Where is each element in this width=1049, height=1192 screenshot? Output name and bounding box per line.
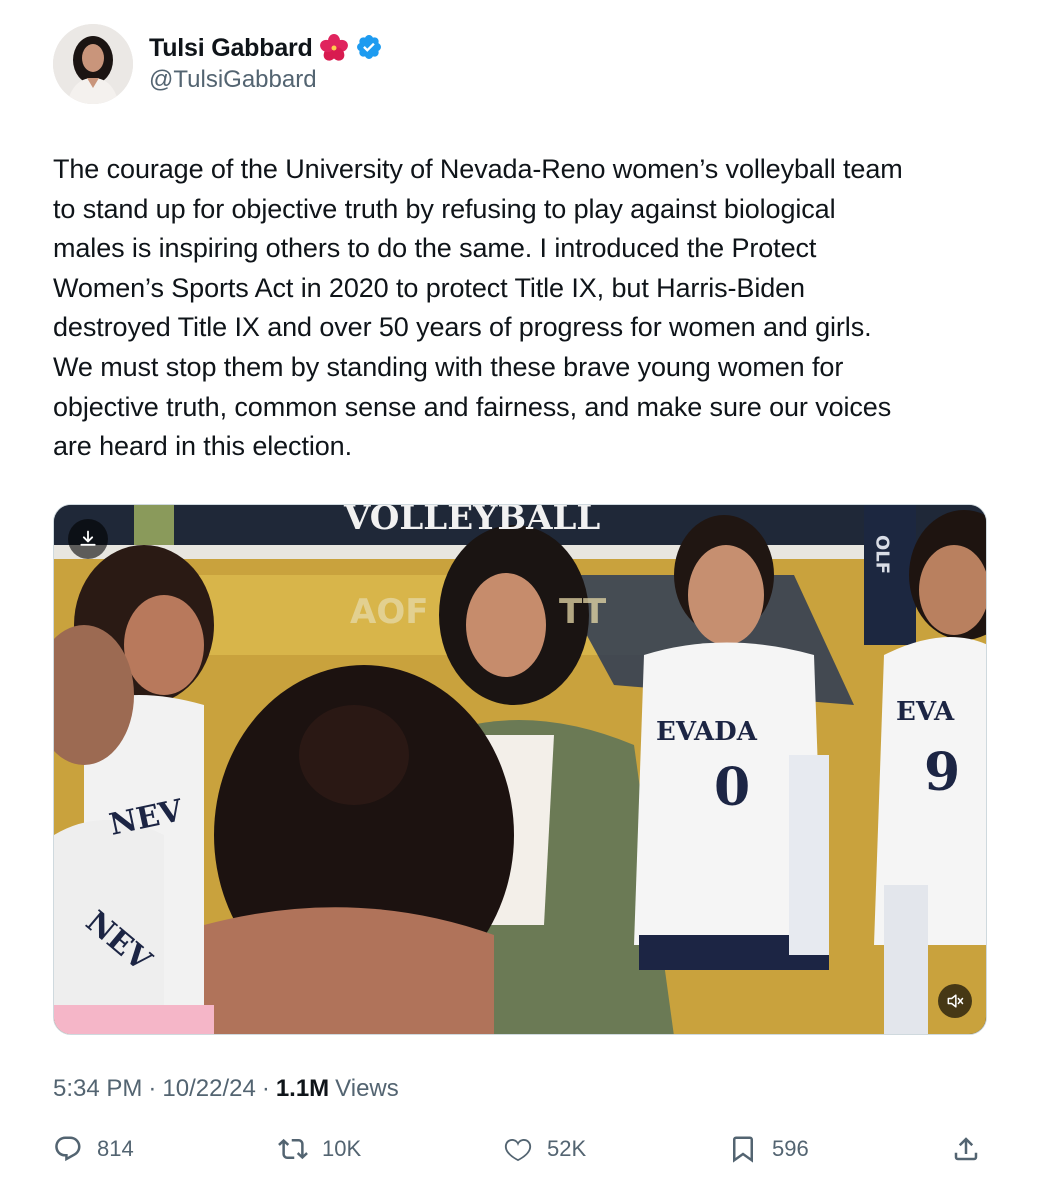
jersey-number-center: 0 (714, 757, 750, 818)
jersey-text-right: EVA (896, 697, 955, 727)
tweet-time[interactable]: 5:34 PM (53, 1075, 142, 1103)
muted-speaker-icon (947, 994, 964, 1008)
views-label[interactable]: Views (335, 1075, 399, 1103)
bookmark-button[interactable]: 596 (728, 1128, 809, 1170)
author-display-name[interactable]: Tulsi Gabbard (149, 34, 313, 63)
video-player[interactable]: VOLLEYBALL AOF TT EVADA 0 EVA 9 NEV NEV … (53, 504, 987, 1035)
repost-icon (278, 1138, 308, 1160)
views-count[interactable]: 1.1M (276, 1075, 329, 1103)
repost-count: 10K (322, 1136, 362, 1161)
banner-text-right: OLF (872, 535, 893, 574)
bookmark-count: 596 (772, 1136, 809, 1161)
reply-button[interactable]: 814 (53, 1128, 134, 1170)
hibiscus-icon (319, 33, 349, 63)
scene-text-floor-right: TT (559, 592, 607, 632)
jersey-number-right: 9 (924, 742, 960, 803)
tweet-date[interactable]: 10/22/24 (162, 1075, 255, 1103)
meta-separator: · (148, 1075, 157, 1102)
meta-separator: · (261, 1075, 270, 1102)
mute-button[interactable] (938, 984, 972, 1018)
avatar[interactable] (53, 24, 133, 104)
jersey-text-center: EVADA (656, 717, 758, 747)
share-button[interactable] (951, 1128, 981, 1170)
scene-text-floor: AOF (350, 592, 428, 632)
bookmark-icon (733, 1136, 753, 1163)
repost-button[interactable]: 10K (278, 1128, 361, 1170)
like-button[interactable]: 52K (503, 1128, 586, 1170)
tweet-text: The courage of the University of Nevada-… (53, 154, 903, 462)
video-frame: VOLLEYBALL AOF TT EVADA 0 EVA 9 NEV NEV … (54, 505, 986, 1034)
scene-text-volleyball: VOLLEYBALL (343, 505, 600, 538)
reply-count: 814 (97, 1136, 134, 1161)
share-icon (954, 1137, 978, 1161)
tweet-meta: 5:34 PM · 10/22/24 · 1.1M Views (53, 1075, 399, 1103)
like-count: 52K (547, 1136, 587, 1161)
download-button[interactable] (68, 519, 108, 559)
reply-icon (55, 1136, 81, 1162)
author-handle[interactable]: @TulsiGabbard (149, 66, 317, 94)
avatar-image (53, 24, 133, 104)
action-bar: 814 10K 52K 596 (53, 1128, 988, 1170)
author-name-row: Tulsi Gabbard (149, 32, 385, 64)
download-icon (80, 530, 96, 546)
heart-icon (504, 1138, 532, 1162)
verified-badge-icon[interactable] (355, 33, 385, 63)
